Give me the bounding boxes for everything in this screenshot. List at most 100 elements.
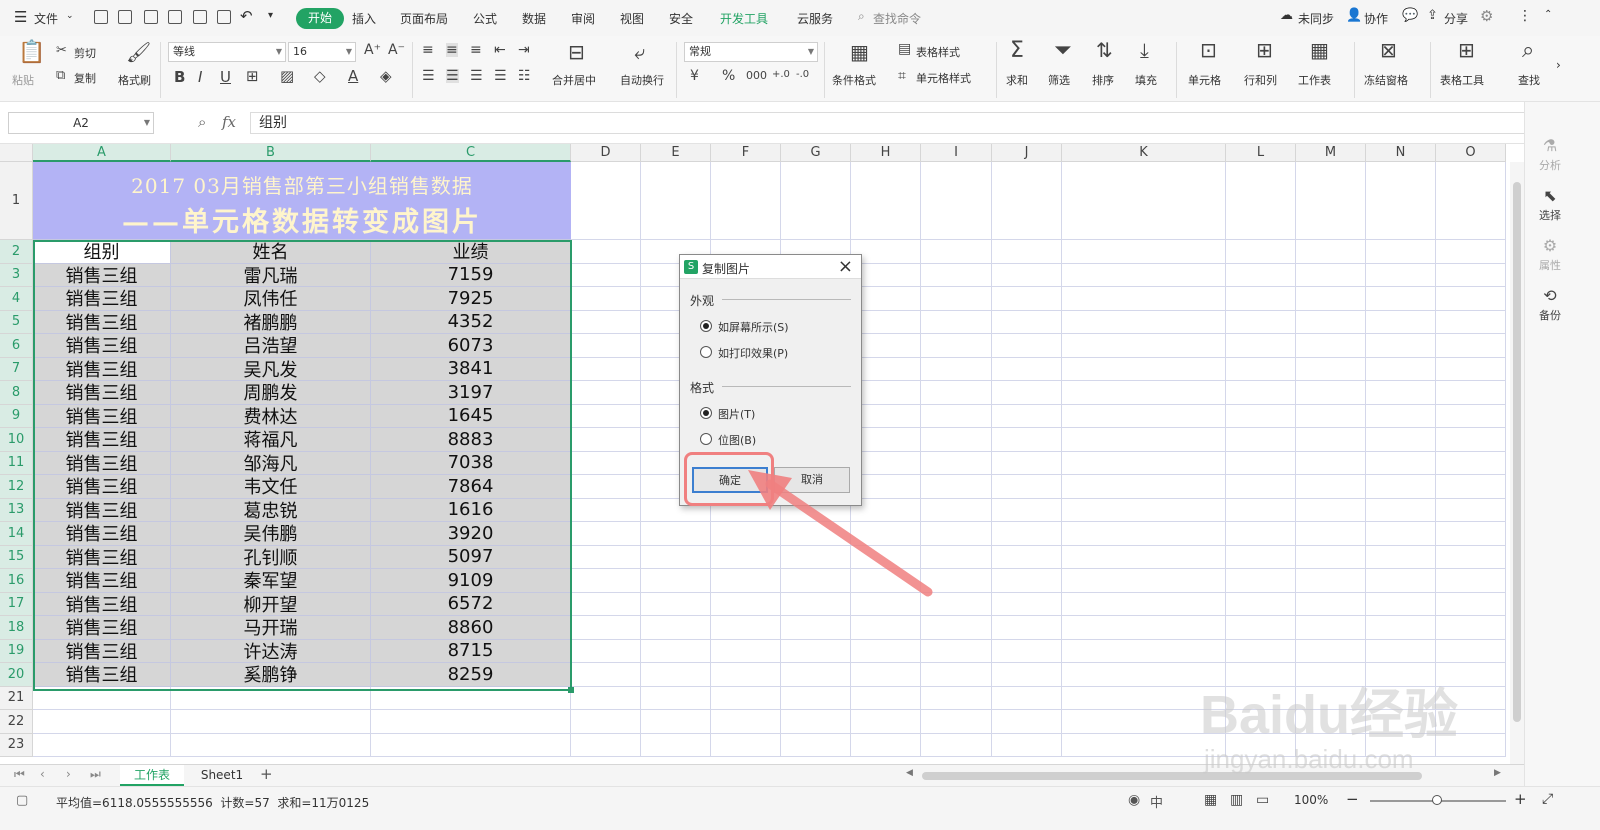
column-header-a[interactable]: A — [33, 144, 171, 162]
empty-cell[interactable] — [1062, 733, 1226, 757]
empty-cell[interactable] — [1296, 263, 1366, 287]
empty-cell[interactable] — [1296, 710, 1366, 734]
empty-cell[interactable] — [992, 428, 1062, 452]
row-header-14[interactable]: 14 — [0, 522, 33, 546]
add-sheet-icon[interactable]: + — [260, 765, 273, 783]
empty-cell[interactable] — [1436, 404, 1506, 428]
empty-cell[interactable] — [1296, 498, 1366, 522]
empty-cell[interactable] — [1436, 639, 1506, 663]
empty-cell[interactable] — [571, 686, 641, 710]
empty-cell[interactable] — [1226, 334, 1296, 358]
panel-analysis[interactable]: ⚗ 分析 — [1531, 136, 1569, 173]
scroll-right-icon[interactable]: ▶ — [1494, 768, 1501, 778]
align-left-icon[interactable]: ☰ — [422, 69, 435, 83]
empty-cell[interactable] — [571, 733, 641, 757]
empty-cell[interactable] — [1366, 545, 1436, 569]
tab-insert[interactable]: 插入 — [352, 10, 376, 27]
empty-cell[interactable] — [641, 522, 711, 546]
empty-cell[interactable] — [1062, 357, 1226, 381]
empty-cell[interactable] — [1436, 710, 1506, 734]
empty-cell[interactable] — [1226, 475, 1296, 499]
vertical-scroll-thumb[interactable] — [1513, 182, 1521, 722]
save-icon[interactable] — [118, 10, 132, 24]
align-top-icon[interactable]: ≡ — [422, 43, 434, 57]
empty-cell[interactable] — [992, 639, 1062, 663]
empty-cell[interactable] — [1062, 475, 1226, 499]
percent-icon[interactable]: % — [722, 69, 735, 83]
empty-cell[interactable] — [571, 663, 641, 687]
column-header-h[interactable]: H — [851, 144, 921, 162]
column-header-o[interactable]: O — [1436, 144, 1506, 162]
row-header-15[interactable]: 15 — [0, 545, 33, 569]
radio-label-print[interactable]: 如打印效果(P) — [718, 345, 788, 361]
empty-cell[interactable] — [1226, 162, 1296, 240]
empty-cell[interactable] — [1062, 616, 1226, 640]
radio-bitmap[interactable] — [700, 433, 712, 445]
row-header-2[interactable]: 2 — [0, 240, 33, 264]
empty-cell[interactable] — [921, 404, 992, 428]
macro-record-icon[interactable]: ▢ — [16, 793, 28, 808]
empty-cell[interactable] — [1296, 162, 1366, 240]
radio-as-shown-on-screen[interactable] — [700, 320, 712, 332]
empty-cell[interactable] — [1366, 334, 1436, 358]
empty-cell[interactable] — [1226, 663, 1296, 687]
file-menu[interactable]: 文件 — [34, 10, 58, 27]
row-header-13[interactable]: 13 — [0, 498, 33, 522]
empty-cell[interactable] — [371, 710, 571, 734]
empty-cell[interactable] — [1226, 639, 1296, 663]
empty-cell[interactable] — [1226, 263, 1296, 287]
cell-style-button[interactable]: 单元格样式 — [916, 70, 971, 86]
new-file-icon[interactable] — [94, 10, 108, 24]
align-right-icon[interactable]: ☰ — [470, 69, 483, 83]
empty-cell[interactable] — [1226, 428, 1296, 452]
sync-status[interactable]: 未同步 — [1298, 10, 1334, 27]
empty-cell[interactable] — [1366, 310, 1436, 334]
tab-data[interactable]: 数据 — [522, 10, 546, 27]
share-button[interactable]: 分享 — [1444, 10, 1468, 27]
cell-button[interactable]: 单元格 — [1188, 72, 1221, 88]
empty-cell[interactable] — [781, 162, 851, 240]
column-header-d[interactable]: D — [571, 144, 641, 162]
align-middle-icon[interactable]: ≡ — [446, 43, 458, 57]
empty-cell[interactable] — [781, 710, 851, 734]
sum-button[interactable]: 求和 — [1006, 72, 1028, 88]
horizontal-scroll-thumb[interactable] — [922, 772, 1422, 780]
empty-cell[interactable] — [992, 569, 1062, 593]
table-tools-button[interactable]: 表格工具 — [1440, 72, 1484, 88]
find-button[interactable]: 查找 — [1518, 72, 1540, 88]
empty-cell[interactable] — [1062, 310, 1226, 334]
fill-pattern-icon[interactable]: ▨ — [280, 69, 294, 84]
column-header-k[interactable]: K — [1062, 144, 1226, 162]
column-header-i[interactable]: I — [921, 144, 992, 162]
empty-cell[interactable] — [1062, 498, 1226, 522]
empty-cell[interactable] — [1062, 381, 1226, 405]
empty-cell[interactable] — [641, 162, 711, 240]
font-size-select[interactable]: 16 ▼ — [288, 42, 356, 62]
underline-icon[interactable]: U — [220, 70, 231, 85]
tab-page-layout[interactable]: 页面布局 — [400, 10, 448, 27]
empty-cell[interactable] — [1436, 263, 1506, 287]
empty-cell[interactable] — [1366, 162, 1436, 240]
tab-review[interactable]: 审阅 — [571, 10, 595, 27]
font-color-icon[interactable]: A — [348, 69, 358, 84]
vertical-scrollbar[interactable] — [1510, 162, 1524, 764]
empty-cell[interactable] — [1062, 569, 1226, 593]
tab-security[interactable]: 安全 — [669, 10, 693, 27]
function-icon[interactable]: fx — [222, 113, 236, 131]
normal-view-icon[interactable]: ▦ — [1204, 792, 1217, 808]
thousands-icon[interactable]: 000 — [746, 70, 767, 81]
filter-button[interactable]: 筛选 — [1048, 72, 1070, 88]
empty-cell[interactable] — [1296, 663, 1366, 687]
empty-cell[interactable] — [1366, 263, 1436, 287]
empty-cell[interactable] — [921, 428, 992, 452]
comment-icon[interactable]: 💬 — [1402, 8, 1418, 23]
empty-cell[interactable] — [1296, 334, 1366, 358]
hamburger-icon[interactable]: ☰ — [14, 8, 27, 26]
empty-cell[interactable] — [1226, 381, 1296, 405]
empty-cell[interactable] — [1436, 381, 1506, 405]
empty-cell[interactable] — [1226, 451, 1296, 475]
merge-center-button[interactable]: 合并居中 — [552, 72, 596, 88]
row-header-12[interactable]: 12 — [0, 475, 33, 499]
empty-cell[interactable] — [921, 162, 992, 240]
row-header-16[interactable]: 16 — [0, 569, 33, 593]
